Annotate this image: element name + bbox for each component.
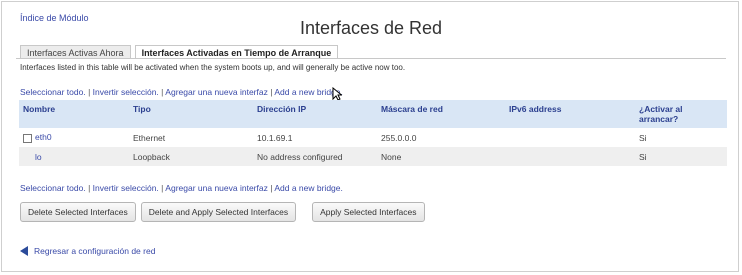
table-row: lo Loopback No address configured None S…	[19, 147, 727, 166]
tab-divider	[16, 58, 726, 59]
link-separator: |	[270, 183, 273, 193]
row-ipv6	[505, 147, 635, 166]
page-title: Interfaces de Red	[299, 18, 443, 38]
interface-link[interactable]: eth0	[35, 132, 52, 142]
action-buttons: Delete Selected Interfaces Delete and Ap…	[20, 202, 425, 222]
invert-selection-link[interactable]: Invertir selección.	[93, 87, 159, 97]
row-name-cell: eth0	[19, 128, 129, 147]
tab-active-now[interactable]: Interfaces Activas Ahora	[20, 45, 131, 59]
add-interface-link[interactable]: Agregar una nueva interfaz	[165, 183, 268, 193]
row-checkbox[interactable]	[23, 133, 32, 143]
row-mask: 255.0.0.0	[377, 128, 505, 147]
col-mask: Máscara de red	[377, 100, 505, 128]
row-name-cell: lo	[19, 147, 129, 166]
back-arrow-icon	[20, 246, 28, 256]
table-header-row: Nombre Tipo Dirección IP Máscara de red …	[19, 100, 727, 128]
invert-selection-link[interactable]: Invertir selección.	[93, 183, 159, 193]
table-row: eth0 Ethernet 10.1.69.1 255.0.0.0 Si	[19, 128, 727, 147]
tab-bar: Interfaces Activas Ahora Interfaces Acti…	[20, 45, 339, 59]
table-description: Interfaces listed in this table will be …	[20, 63, 406, 72]
row-mask: None	[377, 147, 505, 166]
link-separator: |	[88, 87, 91, 97]
row-type: Loopback	[129, 147, 253, 166]
col-ipv6: IPv6 address	[505, 100, 635, 128]
link-separator: |	[161, 87, 164, 97]
row-ipv6	[505, 128, 635, 147]
link-separator: |	[161, 183, 164, 193]
select-all-link[interactable]: Seleccionar todo.	[20, 183, 86, 193]
row-boot: Si	[635, 128, 727, 147]
back-link[interactable]: Regresar a configuración de red	[20, 246, 155, 256]
row-type: Ethernet	[129, 128, 253, 147]
selection-links-bottom: Seleccionar todo. | Invertir selección. …	[20, 183, 343, 193]
interface-link[interactable]: lo	[35, 152, 42, 162]
tab-boot-time[interactable]: Interfaces Activadas en Tiempo de Arranq…	[134, 45, 339, 59]
row-ip: 10.1.69.1	[253, 128, 377, 147]
select-all-link[interactable]: Seleccionar todo.	[20, 87, 86, 97]
interfaces-table: Nombre Tipo Dirección IP Máscara de red …	[19, 100, 727, 166]
col-type: Tipo	[129, 100, 253, 128]
delete-selected-button[interactable]: Delete Selected Interfaces	[20, 202, 136, 222]
col-ip: Dirección IP	[253, 100, 377, 128]
add-interface-link[interactable]: Agregar una nueva interfaz	[165, 87, 268, 97]
col-name: Nombre	[19, 100, 129, 128]
row-boot: Si	[635, 147, 727, 166]
col-boot: ¿Activar al arrancar?	[635, 100, 727, 128]
link-separator: |	[88, 183, 91, 193]
apply-selected-button[interactable]: Apply Selected Interfaces	[312, 202, 425, 222]
add-bridge-link[interactable]: Add a new bridge.	[274, 183, 343, 193]
selection-links-top: Seleccionar todo. | Invertir selección. …	[20, 87, 343, 97]
row-ip: No address configured	[253, 147, 377, 166]
link-separator: |	[270, 87, 273, 97]
mouse-pointer-icon	[332, 87, 342, 101]
delete-apply-button[interactable]: Delete and Apply Selected Interfaces	[140, 202, 297, 222]
back-link-label: Regresar a configuración de red	[34, 246, 156, 256]
